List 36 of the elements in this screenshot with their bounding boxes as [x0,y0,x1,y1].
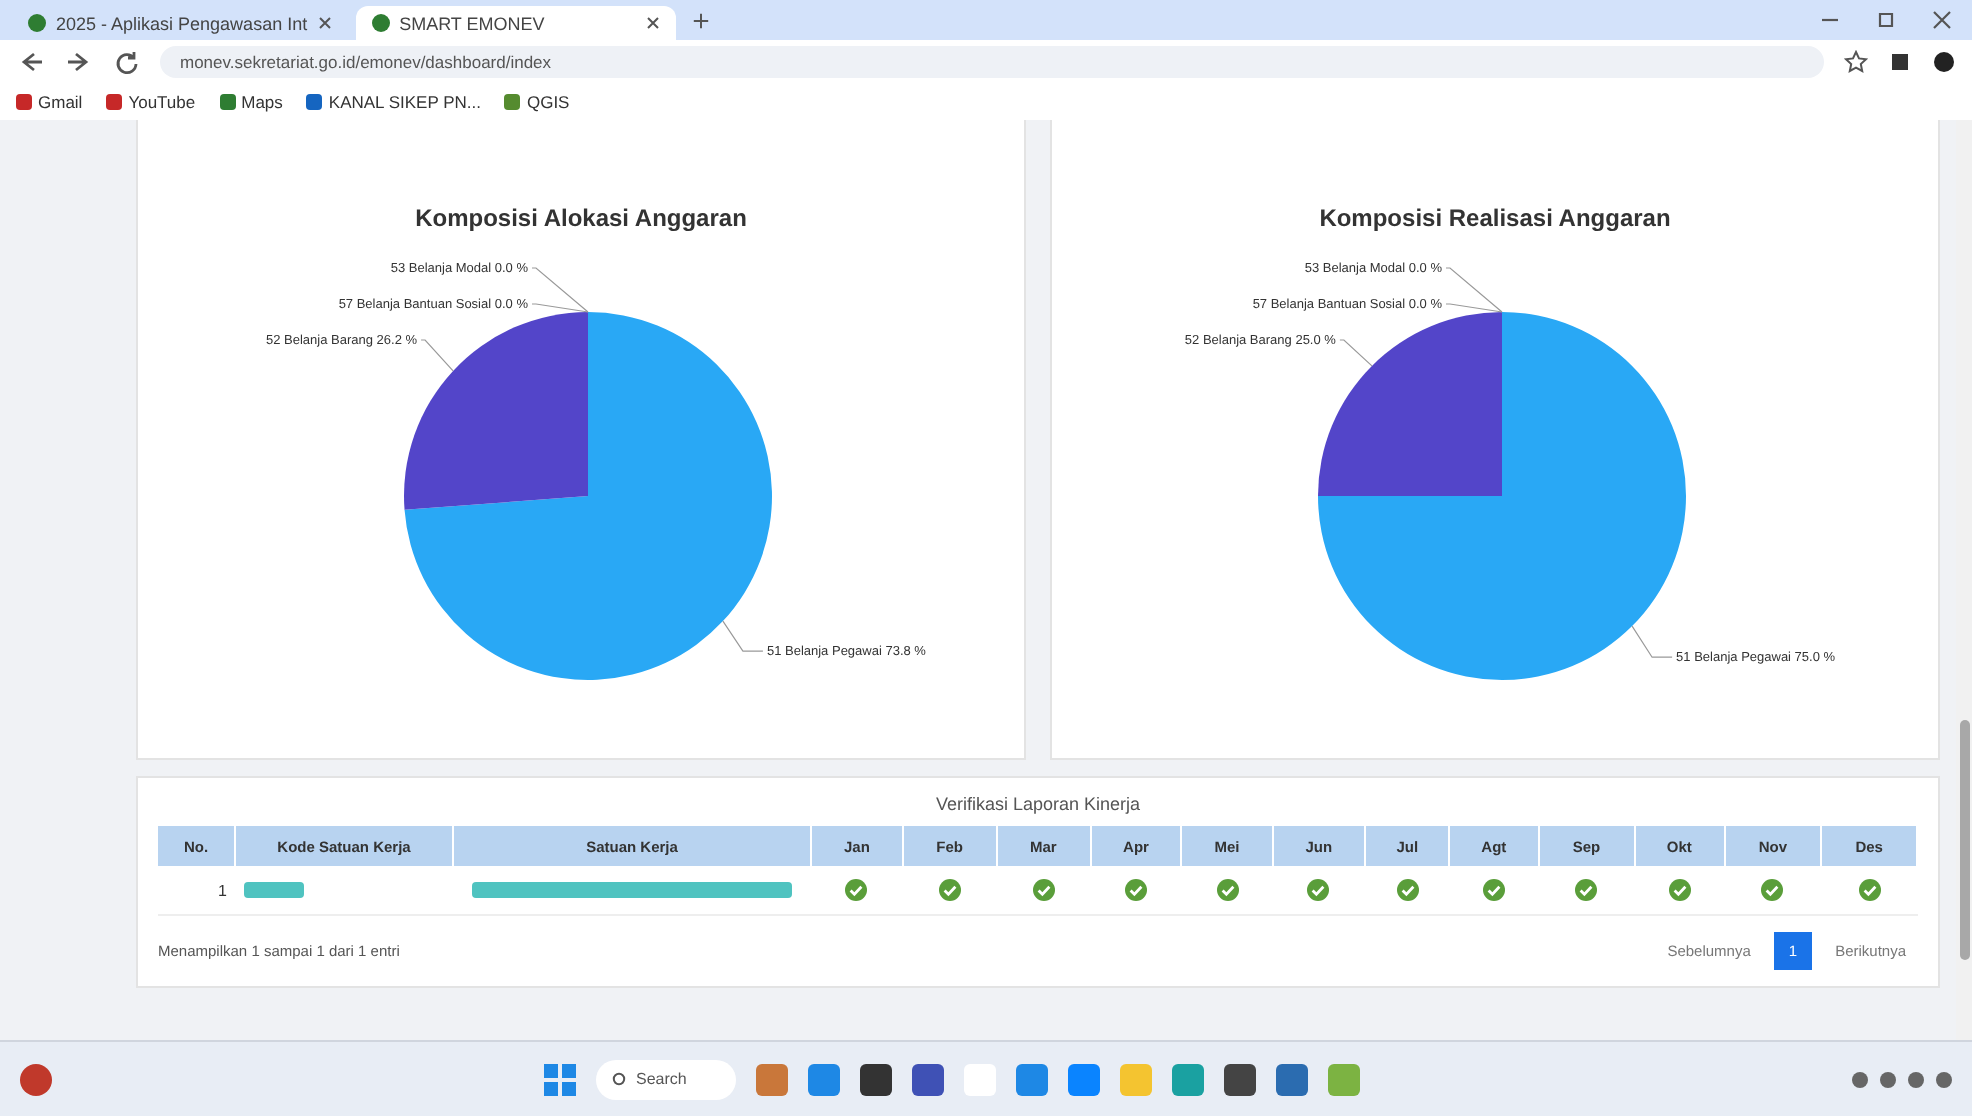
search-icon [612,1071,628,1087]
table-cell: 1 [158,866,235,915]
app-icon[interactable] [1276,1063,1308,1095]
forward-icon[interactable] [64,48,92,76]
highlight-bar [243,882,303,899]
bookmark-link[interactable]: Maps [219,92,283,112]
bookmark-link[interactable]: KANAL SIKEP PN... [306,92,481,112]
profile-icon[interactable] [1932,50,1956,74]
leader-line [420,339,454,372]
chart-title: Komposisi Alokasi Anggaran [413,204,749,232]
search-field[interactable]: Search [596,1059,736,1099]
windows-logo-icon[interactable] [544,1063,576,1095]
scrollbar-thumb[interactable] [1959,720,1969,960]
bookmark-link[interactable]: Gmail [16,92,83,112]
maximize-icon[interactable] [1876,10,1896,30]
back-icon[interactable] [16,48,44,76]
chart-title: Komposisi Realisasi Anggaran [1317,204,1673,232]
leader-line [1631,625,1673,658]
star-icon[interactable] [1844,50,1868,74]
bookmark-link[interactable]: YouTube [106,92,196,112]
address-bar[interactable]: monev.sekretariat.go.id/emonev/dashboard/index [160,46,1824,78]
reload-icon[interactable] [112,48,140,76]
app-icon[interactable] [860,1063,892,1095]
table-title: Verifikasi Laporan Kinerja [933,794,1143,814]
close-icon[interactable] [645,16,660,30]
close-icon[interactable] [1932,10,1952,30]
extensions-icon[interactable] [1888,50,1912,74]
app-icon[interactable] [912,1063,944,1095]
app-icon[interactable] [1224,1063,1256,1095]
close-icon[interactable] [317,16,332,30]
leader-line [722,620,764,652]
plus-icon[interactable] [691,11,710,29]
browser-tab[interactable]: SMART EMONEV [355,6,676,40]
leader-line [1339,339,1373,367]
bookmark-link[interactable]: QGIS [504,92,570,112]
browser-tab[interactable]: 2025 - Aplikasi Pengawasan Int [12,6,348,40]
